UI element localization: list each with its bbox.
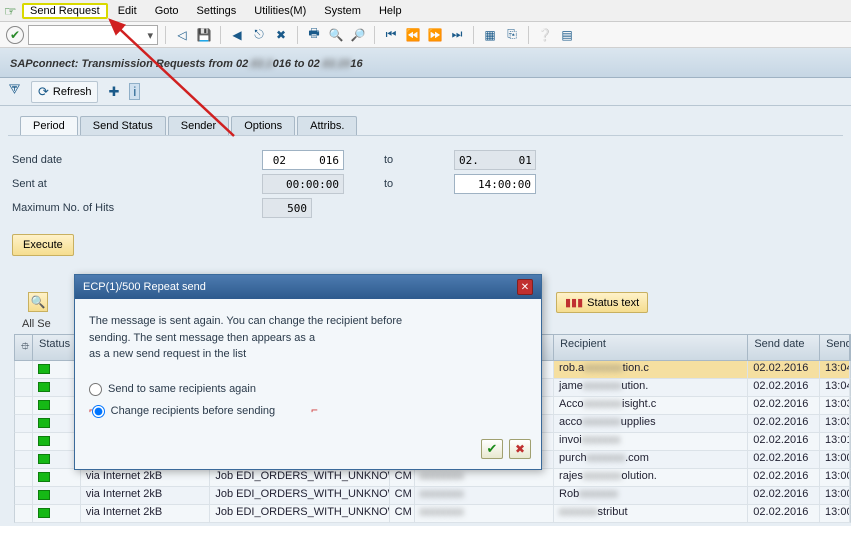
refresh-button[interactable]: ⟳Refresh <box>31 81 98 103</box>
dialog-text-1: The message is sent again. You can chang… <box>89 313 527 330</box>
label-to-1: to <box>384 154 444 166</box>
status-bars-icon: ▮▮▮ <box>565 296 583 309</box>
table-row[interactable]: via Internet 2kBJob EDI_ORDERS_WITH_UNKN… <box>14 487 851 505</box>
status-ok-icon <box>38 364 50 374</box>
last-page-icon[interactable]: ⏭ <box>448 26 466 44</box>
exit-icon[interactable]: ⎋ <box>250 26 268 44</box>
col-recipient[interactable]: Recipient <box>554 335 748 360</box>
table-row[interactable]: via Internet 2kBJob EDI_ORDERS_WITH_UNKN… <box>14 469 851 487</box>
radio-change-recipients[interactable] <box>92 405 105 418</box>
menu-utilities[interactable]: Utilities(M) <box>246 3 314 19</box>
next-page-icon[interactable]: ⏩ <box>426 26 444 44</box>
status-ok-icon <box>38 454 50 464</box>
info-icon[interactable]: i <box>129 83 140 100</box>
tree-icon[interactable]: ⮗ <box>8 81 21 103</box>
x-icon: ✖ <box>515 442 525 456</box>
send-date-to[interactable] <box>454 150 536 170</box>
radio-change-label: Change recipients before sending <box>111 403 276 420</box>
list-caption: All Se <box>22 318 51 330</box>
max-hits-input[interactable] <box>262 198 312 218</box>
execute-button[interactable]: Execute <box>12 234 74 256</box>
status-ok-icon <box>38 472 50 482</box>
create-icon[interactable]: ✚ <box>108 84 119 100</box>
application-toolbar: ⮗ ⟳Refresh ✚ i <box>0 78 851 106</box>
period-form: Send date to Sent at to Maximum No. of H… <box>8 135 843 260</box>
status-ok-icon <box>38 436 50 446</box>
status-ok-icon <box>38 508 50 518</box>
dialog-body: The message is sent again. You can chang… <box>75 299 541 433</box>
label-sent-at: Sent at <box>12 178 262 190</box>
page-title: SAPconnect: Transmission Requests from 0… <box>0 48 851 78</box>
col-sel[interactable]: ⯐ <box>15 335 33 360</box>
first-page-icon[interactable]: ⏮ <box>382 26 400 44</box>
shortcut-icon[interactable]: ⎘ <box>503 26 521 44</box>
highlight-corner-icon: ⌐ <box>311 403 318 420</box>
dialog-ok-button[interactable]: ✔ <box>481 439 503 459</box>
sent-at-to[interactable] <box>454 174 536 194</box>
col-send-date[interactable]: Send date <box>748 335 820 360</box>
back2-icon[interactable]: ◀ <box>228 26 246 44</box>
check-icon: ✔ <box>487 441 498 457</box>
col-send[interactable]: Send <box>820 335 850 360</box>
radio-same-recipients[interactable] <box>89 383 102 396</box>
label-to-2: to <box>384 178 444 190</box>
layout-icon[interactable]: ▤ <box>558 26 576 44</box>
dialog-titlebar: ECP(1)/500 Repeat send ✕ <box>75 275 541 299</box>
send-date-from[interactable] <box>262 150 344 170</box>
tab-send-status[interactable]: Send Status <box>80 116 166 135</box>
find-next-icon[interactable]: 🔎 <box>349 26 367 44</box>
status-text-button[interactable]: ▮▮▮ Status text <box>556 292 648 313</box>
tab-sender[interactable]: Sender <box>168 116 229 135</box>
app-icon: ☞ <box>4 3 20 19</box>
status-ok-icon <box>38 382 50 392</box>
find-icon[interactable]: 🔍 <box>327 26 345 44</box>
menu-system[interactable]: System <box>316 3 369 19</box>
sent-at-from[interactable] <box>262 174 344 194</box>
table-row[interactable]: via Internet 2kBJob EDI_ORDERS_WITH_UNKN… <box>14 505 851 523</box>
enter-icon[interactable]: ✔ <box>6 26 24 44</box>
new-session-icon[interactable]: ▦ <box>481 26 499 44</box>
label-max-hits: Maximum No. of Hits <box>12 202 262 214</box>
status-ok-icon <box>38 400 50 410</box>
menu-edit[interactable]: Edit <box>110 3 145 19</box>
print-icon[interactable]: 🖶 <box>305 26 323 44</box>
dialog-cancel-button[interactable]: ✖ <box>509 439 531 459</box>
menu-bar: ☞ Send Request Edit Goto Settings Utilit… <box>0 0 851 22</box>
status-ok-icon <box>38 418 50 428</box>
radio-same-label: Send to same recipients again <box>108 381 256 398</box>
dialog-text-2: sending. The sent message then appears a… <box>89 330 527 347</box>
standard-toolbar: ✔ ◁ 💾 ◀ ⎋ ✖ 🖶 🔍 🔎 ⏮ ⏪ ⏩ ⏭ ▦ ⎘ ❔ ▤ <box>0 22 851 48</box>
dialog-title-text: ECP(1)/500 Repeat send <box>83 281 206 293</box>
menu-settings[interactable]: Settings <box>189 3 245 19</box>
tab-options[interactable]: Options <box>231 116 295 135</box>
back-icon[interactable]: ◁ <box>173 26 191 44</box>
label-send-date: Send date <box>12 154 262 166</box>
detail-icon[interactable]: 🔍 <box>28 292 48 312</box>
grid-toolbar: 🔍 <box>28 292 48 312</box>
tab-attribs[interactable]: Attribs. <box>297 116 357 135</box>
menu-goto[interactable]: Goto <box>147 3 187 19</box>
dialog-text-3: as a new send request in the list <box>89 346 527 363</box>
dialog-footer: ✔ ✖ <box>75 433 541 469</box>
dialog-close-button[interactable]: ✕ <box>517 279 533 295</box>
status-ok-icon <box>38 490 50 500</box>
tabstrip: Period Send Status Sender Options Attrib… <box>20 116 843 135</box>
refresh-icon: ⟳ <box>38 84 49 100</box>
save-icon[interactable]: 💾 <box>195 26 213 44</box>
command-field[interactable] <box>28 25 158 45</box>
tab-period[interactable]: Period <box>20 116 78 135</box>
radio-group: Send to same recipients again ⌐ Change r… <box>89 379 527 423</box>
prev-page-icon[interactable]: ⏪ <box>404 26 422 44</box>
repeat-send-dialog: ECP(1)/500 Repeat send ✕ The message is … <box>74 274 542 470</box>
menu-send-request[interactable]: Send Request <box>22 3 108 19</box>
menu-help[interactable]: Help <box>371 3 410 19</box>
help-icon[interactable]: ❔ <box>536 26 554 44</box>
cancel-icon[interactable]: ✖ <box>272 26 290 44</box>
